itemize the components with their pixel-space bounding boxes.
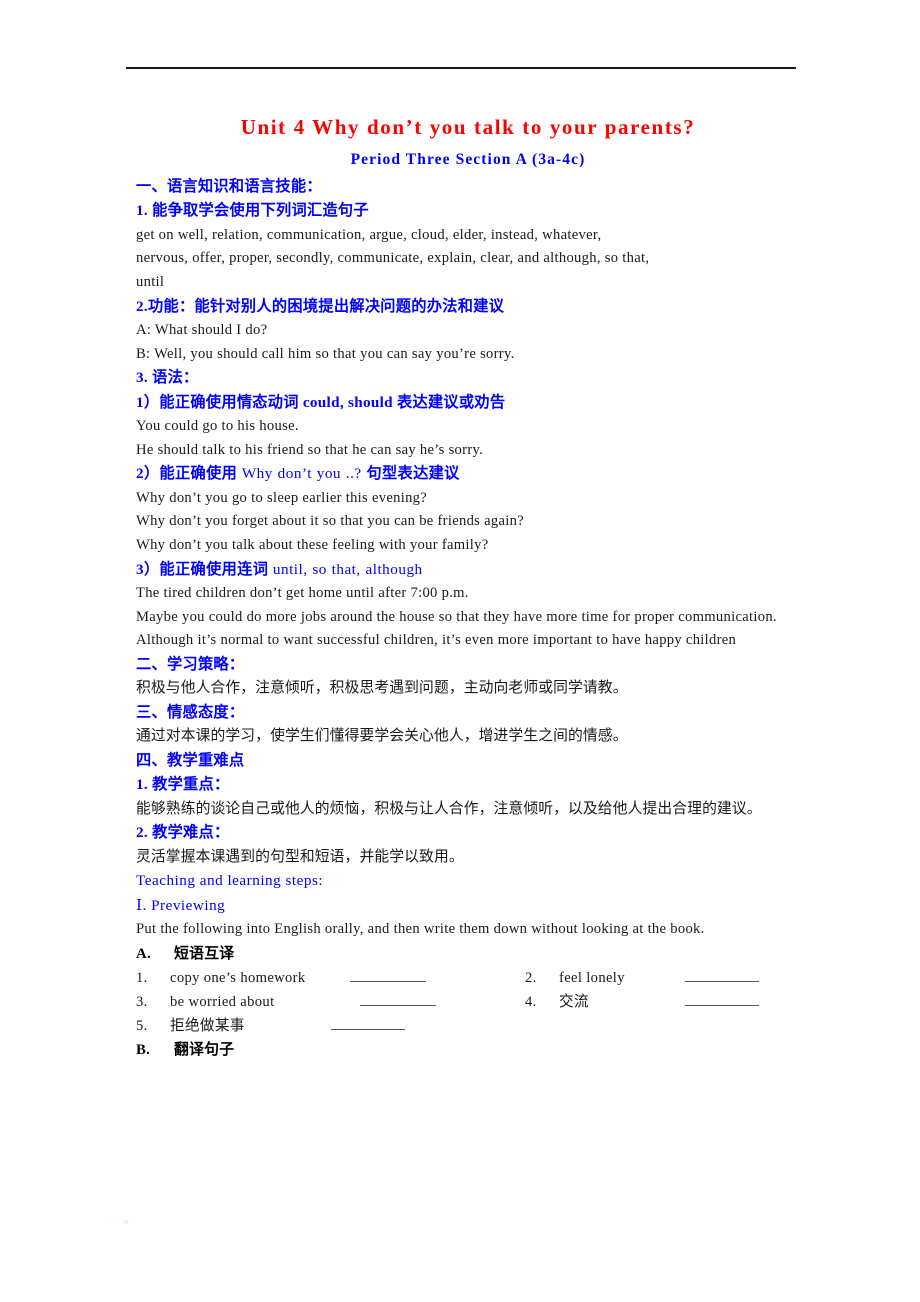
grammar-heading-3-cn: 3）能正确使用连词 xyxy=(136,560,273,578)
grammar-heading-3: 3）能正确使用连词 until, so that, although xyxy=(136,558,800,583)
exercise-item-5: 5. 拒绝做某事 xyxy=(136,1014,405,1038)
exercise-item-2-number: 2. xyxy=(525,969,537,986)
section-heading-3: 三、情感态度： xyxy=(136,703,245,721)
exercise-item-1-blank[interactable] xyxy=(349,968,426,982)
exercise-item-4: 4. 交流 xyxy=(525,990,759,1014)
section-heading-4-2: 2. 教学难点： xyxy=(136,824,230,842)
grammar-heading-2-cn-suffix: 句型表达建议 xyxy=(366,465,460,483)
exercise-item-5-blank[interactable] xyxy=(330,1016,405,1030)
exercise-a-title: 短语互译 xyxy=(174,945,235,962)
vocab-line-3: until xyxy=(136,274,165,290)
page-artifact xyxy=(124,1220,128,1224)
grammar-heading-2: 2）能正确使用 Why don’t you ..? 句型表达建议 xyxy=(136,462,800,487)
exercise-a-label: A. xyxy=(136,945,151,962)
exercise-item-2-blank[interactable] xyxy=(684,968,759,982)
section-4-2-body: 灵活掌握本课遇到的句型和短语，并能学以致用。 xyxy=(136,848,464,865)
document-body: Unit 4 Why don’t you talk to your parent… xyxy=(136,112,800,1062)
exercise-item-2-text: feel lonely xyxy=(559,969,625,986)
section-2-body: 积极与他人合作，注意倾听，积极思考遇到问题，主动向老师或同学请教。 xyxy=(136,680,628,697)
exercise-item-3-number: 3. xyxy=(136,993,148,1010)
exercise-b-label: B. xyxy=(136,1041,151,1058)
exercise-item-4-number: 4. xyxy=(525,993,537,1010)
grammar-heading-2-cn-prefix: 2）能正确使用 xyxy=(136,465,242,483)
exercise-item-1-number: 1. xyxy=(136,969,148,986)
exercise-item-1: 1. copy one’s homework xyxy=(136,966,426,990)
exercise-item-3-blank[interactable] xyxy=(360,992,437,1006)
grammar-2-example-1: Why don’t you go to sleep earlier this e… xyxy=(136,489,428,506)
dialog-line-a: A: What should I do? xyxy=(136,322,268,338)
section-heading-1-1: 1. 能争取学会使用下列词汇造句子 xyxy=(136,202,369,220)
step-previewing-heading: Ⅰ. Previewing xyxy=(136,896,226,914)
exercise-item-4-blank[interactable] xyxy=(684,992,759,1006)
grammar-3-example-1: The tired children don’t get home until … xyxy=(136,585,469,602)
grammar-1-example-2: He should talk to his friend so that he … xyxy=(136,441,484,458)
grammar-3-example-2: Maybe you could do more jobs around the … xyxy=(136,608,777,625)
exercise-b-title: 翻译句子 xyxy=(174,1041,235,1058)
grammar-heading-2-en: Why don’t you ..? xyxy=(241,465,367,483)
section-heading-1-2: 2.功能：能针对别人的困境提出解决问题的办法和建议 xyxy=(136,297,505,315)
section-heading-4-1: 1. 教学重点： xyxy=(136,776,230,794)
dialog-line-b: B: Well, you should call him so that you… xyxy=(136,345,515,362)
grammar-heading-1: 1）能正确使用情态动词 could, should 表达建议或劝告 xyxy=(136,393,506,411)
grammar-2-example-3: Why don’t you talk about these feeling w… xyxy=(136,536,489,553)
exercise-row: 3. be worried about 4. 交流 xyxy=(136,990,800,1014)
section-3-body: 通过对本课的学习，使学生们懂得要学会关心他人，增进学生之间的情感。 xyxy=(136,728,628,745)
exercise-item-3-text: be worried about xyxy=(170,993,275,1010)
exercise-b-heading: B. 翻译句子 xyxy=(136,1038,800,1062)
page-subtitle: Period Three Section A (3a-4c) xyxy=(350,151,586,168)
exercise-item-1-text: copy one’s homework xyxy=(170,969,306,986)
exercise-item-4-text: 交流 xyxy=(559,993,589,1010)
section-heading-1: 一、语言知识和语言技能： xyxy=(136,178,322,195)
exercise-item-3: 3. be worried about xyxy=(136,990,437,1014)
exercise-item-2: 2. feel lonely xyxy=(525,966,759,990)
section-heading-2: 二、学习策略： xyxy=(136,655,245,673)
exercise-item-5-number: 5. xyxy=(136,1017,148,1034)
header-rule xyxy=(126,67,796,69)
section-4-1-body: 能够熟练的谈论自己或他人的烦恼，积极与让人合作，注意倾听，以及给他人提出合理的建… xyxy=(136,800,762,817)
exercise-row: 1. copy one’s homework 2. feel lonely xyxy=(136,966,800,990)
page-title: Unit 4 Why don’t you talk to your parent… xyxy=(240,115,696,139)
grammar-heading-3-en: until, so that, although xyxy=(272,560,423,578)
section-heading-1-3: 3. 语法： xyxy=(136,369,199,387)
vocab-line-2: nervous, offer, proper, secondly, commun… xyxy=(136,250,650,267)
exercise-a-heading: A. 短语互译 xyxy=(136,942,800,966)
exercise-item-5-text: 拒绝做某事 xyxy=(170,1017,245,1034)
grammar-2-example-2: Why don’t you forget about it so that yo… xyxy=(136,513,524,530)
grammar-1-example-1: You could go to his house. xyxy=(136,418,299,434)
step-previewing-body: Put the following into English orally, a… xyxy=(136,921,705,938)
grammar-3-example-3: Although it’s normal to want successful … xyxy=(136,632,737,649)
teaching-steps-heading: Teaching and learning steps: xyxy=(136,872,324,890)
vocab-line-1: get on well, relation, communication, ar… xyxy=(136,226,602,243)
section-heading-4: 四、教学重难点 xyxy=(136,751,245,769)
exercise-row: 5. 拒绝做某事 xyxy=(136,1014,800,1038)
document-page: Unit 4 Why don’t you talk to your parent… xyxy=(0,0,920,1302)
